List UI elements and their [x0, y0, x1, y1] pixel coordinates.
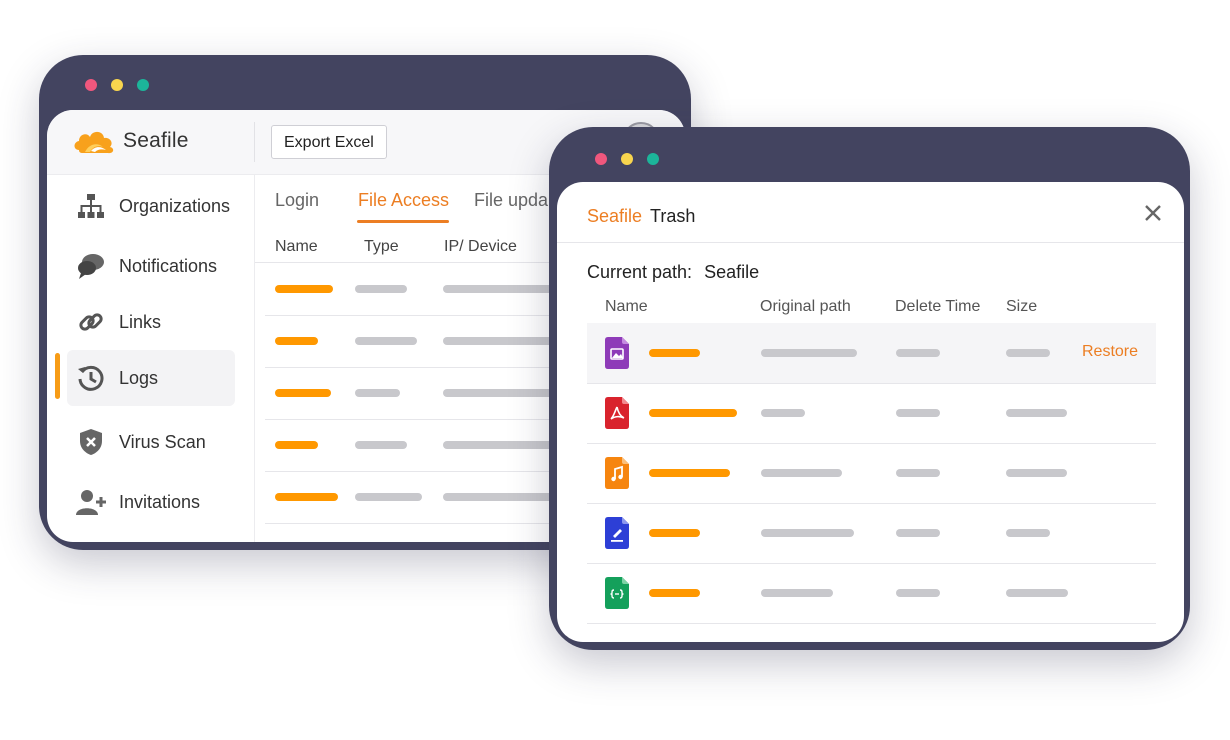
sidebar: Organizations Notifications Links Logs V…	[47, 174, 255, 542]
window-controls	[85, 79, 149, 91]
tab-login[interactable]: Login	[275, 190, 319, 211]
dialog-brand: Seafile	[587, 206, 643, 226]
shield-x-icon	[75, 426, 107, 458]
link-icon	[75, 306, 107, 338]
size-placeholder	[1006, 529, 1050, 537]
time-placeholder	[896, 469, 940, 477]
tab-file-update[interactable]: File upda	[474, 190, 548, 211]
current-path-label: Current path:	[587, 262, 693, 282]
name-placeholder	[649, 409, 737, 417]
column-header: Name	[605, 298, 648, 315]
trash-window: Seafile Trash Current path: Seafile Name O…	[549, 127, 1190, 650]
time-placeholder	[896, 589, 940, 597]
dialog-header: Seafile Trash	[557, 182, 1184, 243]
name-placeholder	[649, 349, 700, 357]
type-placeholder	[355, 337, 417, 345]
sidebar-item-label: Virus Scan	[119, 431, 206, 452]
active-tab-underline	[357, 220, 449, 223]
window-controls	[595, 153, 659, 165]
trash-dialog: Seafile Trash Current path: Seafile Name O…	[557, 182, 1184, 642]
sidebar-item-label: Notifications	[119, 255, 218, 276]
document-file-icon	[605, 517, 629, 549]
sidebar-item-label: Logs	[119, 367, 159, 388]
name-placeholder	[275, 337, 318, 345]
time-placeholder	[896, 349, 940, 357]
sidebar-item-organizations[interactable]: Organizations	[67, 178, 235, 234]
sidebar-item-label: Invitations	[119, 491, 201, 512]
name-placeholder	[275, 285, 333, 293]
path-placeholder	[761, 469, 842, 477]
divider	[254, 122, 255, 162]
column-header: Original path	[760, 298, 851, 315]
column-header: IP/ Device	[444, 238, 517, 255]
size-placeholder	[1006, 469, 1067, 477]
maximize-dot[interactable]	[137, 79, 149, 91]
trash-row[interactable]	[587, 503, 1156, 564]
name-placeholder	[649, 589, 700, 597]
path-placeholder	[761, 529, 854, 537]
trash-row[interactable]	[587, 563, 1156, 624]
restore-link[interactable]: Restore	[1082, 343, 1138, 361]
image-file-icon	[605, 337, 629, 369]
sidebar-item-virus-scan[interactable]: Virus Scan	[67, 414, 235, 470]
chat-bubbles-icon	[75, 250, 107, 282]
current-path: Current path: Seafile	[587, 262, 759, 283]
type-placeholder	[355, 389, 400, 397]
export-excel-button[interactable]: Export Excel	[271, 125, 387, 159]
maximize-dot[interactable]	[647, 153, 659, 165]
path-placeholder	[761, 589, 833, 597]
sidebar-item-invitations[interactable]: Invitations	[67, 474, 235, 530]
name-placeholder	[275, 493, 338, 501]
sidebar-item-links[interactable]: Links	[67, 294, 235, 350]
user-plus-icon	[75, 486, 107, 518]
dialog-title-text: Trash	[650, 206, 696, 226]
seafile-logo[interactable]: Seafile	[73, 126, 189, 156]
size-placeholder	[1006, 349, 1050, 357]
minimize-dot[interactable]	[111, 79, 123, 91]
tab-file-access[interactable]: File Access	[358, 190, 449, 211]
path-placeholder	[761, 409, 805, 417]
time-placeholder	[896, 529, 940, 537]
column-header: Size	[1006, 298, 1038, 315]
trash-row[interactable]: Restore	[587, 323, 1156, 384]
name-placeholder	[275, 389, 331, 397]
sidebar-item-label: Links	[119, 311, 162, 332]
column-header: Delete Time	[895, 298, 981, 315]
name-placeholder	[649, 529, 700, 537]
music-file-icon	[605, 457, 629, 489]
close-dot[interactable]	[85, 79, 97, 91]
trash-row[interactable]	[587, 443, 1156, 504]
sidebar-item-notifications[interactable]: Notifications	[67, 238, 235, 294]
type-placeholder	[355, 285, 407, 293]
time-placeholder	[896, 409, 940, 417]
dialog-title: Seafile Trash	[587, 206, 695, 227]
current-path-value[interactable]: Seafile	[704, 262, 759, 282]
trash-row[interactable]	[587, 383, 1156, 444]
code-file-icon	[605, 577, 629, 609]
seafile-cloud-icon	[74, 131, 114, 154]
trash-table-header: Name Original path Delete Time Size	[587, 294, 1156, 322]
path-placeholder	[761, 349, 857, 357]
type-placeholder	[355, 493, 422, 501]
column-header: Type	[364, 238, 399, 255]
size-placeholder	[1006, 409, 1067, 417]
minimize-dot[interactable]	[621, 153, 633, 165]
type-placeholder	[355, 441, 407, 449]
close-dot[interactable]	[595, 153, 607, 165]
active-indicator	[55, 353, 60, 399]
history-icon	[75, 362, 107, 394]
close-icon[interactable]	[1144, 204, 1162, 222]
name-placeholder	[649, 469, 730, 477]
name-placeholder	[275, 441, 318, 449]
brand-name: Seafile	[123, 129, 189, 152]
size-placeholder	[1006, 589, 1068, 597]
org-chart-icon	[75, 190, 107, 222]
column-header: Name	[275, 238, 318, 255]
pdf-file-icon	[605, 397, 629, 429]
sidebar-item-logs[interactable]: Logs	[67, 350, 235, 406]
sidebar-item-label: Organizations	[119, 195, 231, 216]
